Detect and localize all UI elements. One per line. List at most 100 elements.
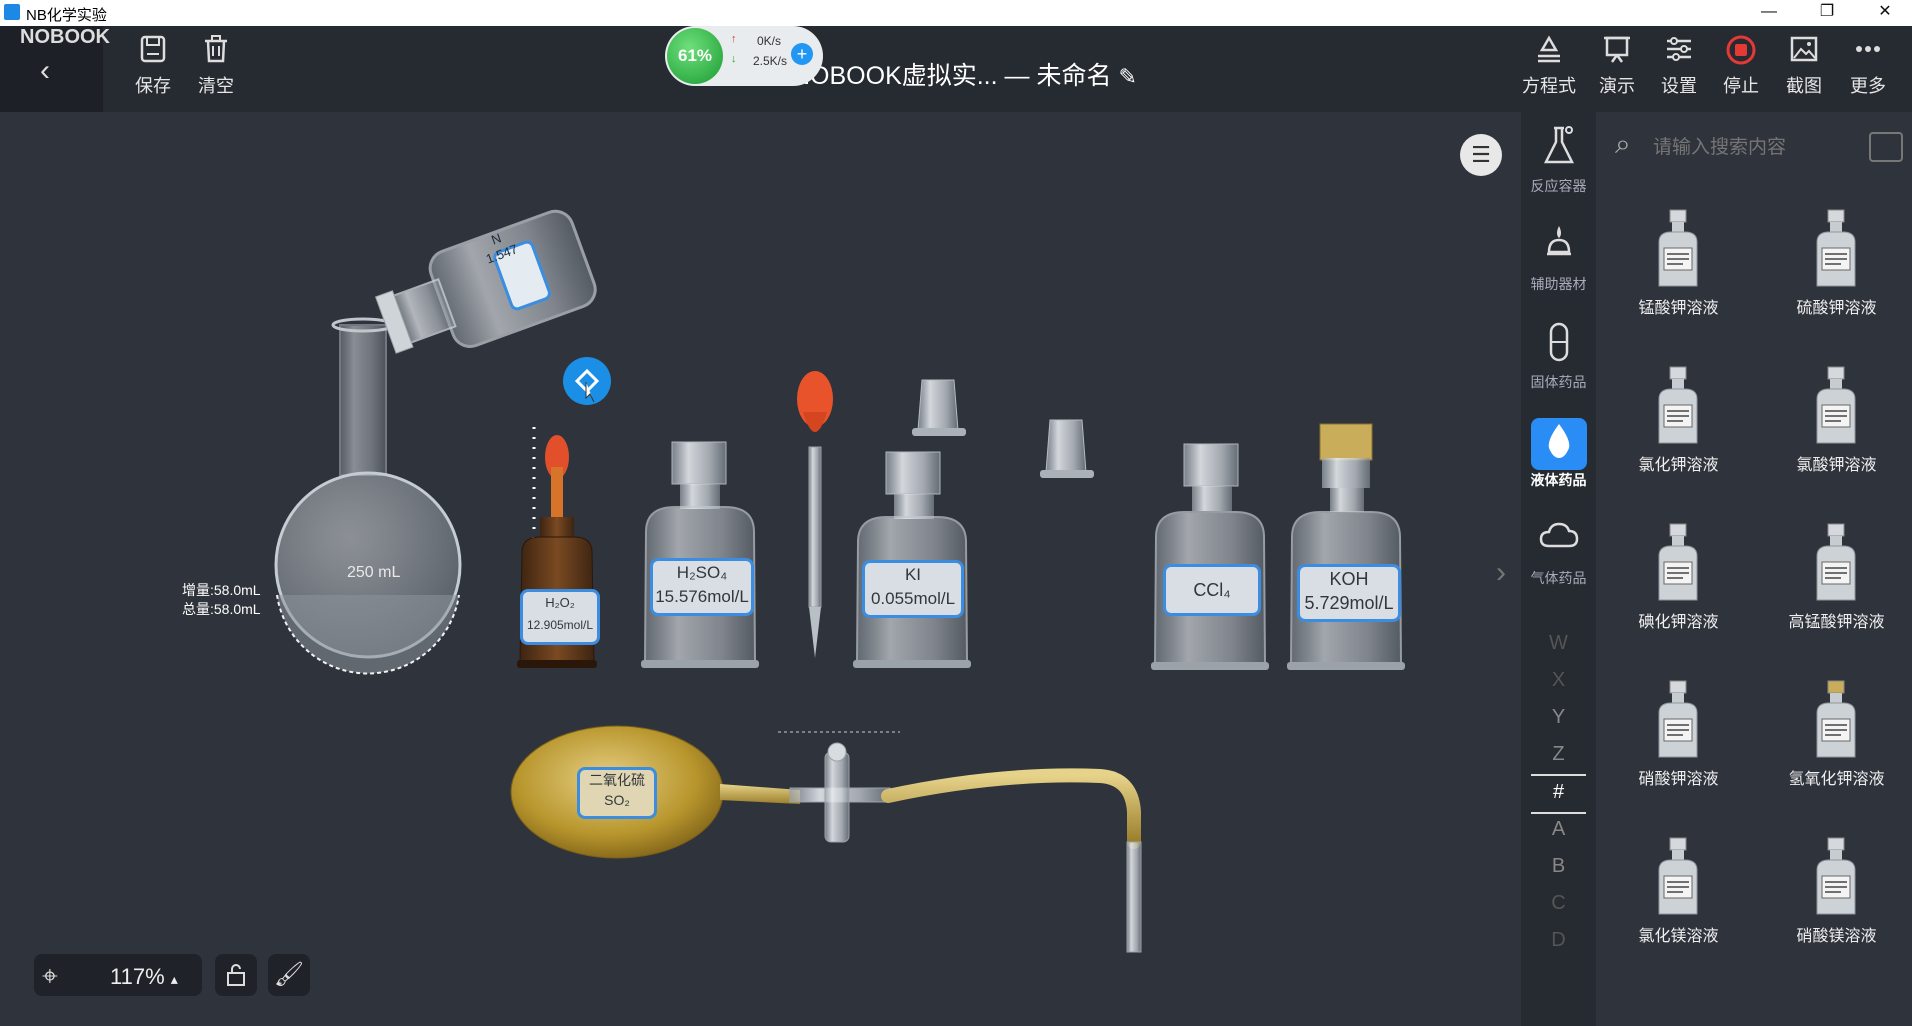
index-letter[interactable]: #	[1521, 781, 1596, 804]
trash-icon	[186, 34, 246, 72]
index-letter[interactable]: A	[1521, 818, 1596, 841]
h2o2-label-card: H₂O₂ 12.905mol/L	[520, 589, 600, 645]
category-solid-reagents[interactable]: 固体药品	[1521, 320, 1596, 392]
app-icon	[4, 4, 20, 20]
stop-label: 停止	[1723, 76, 1759, 96]
flask-volume-label: 250 mL	[347, 564, 401, 581]
gauge-plus-icon[interactable]: +	[791, 43, 813, 65]
reagent-item[interactable]: 硝酸钾溶液	[1606, 669, 1751, 819]
index-divider	[1531, 812, 1586, 814]
window-titlebar: NB化学实验 — ❐ ✕	[0, 0, 1912, 26]
download-speed: 2.5K/s	[753, 54, 788, 68]
edit-pencil-icon[interactable]: ✎	[1118, 64, 1136, 89]
reagent-name: 氯酸钾溶液	[1796, 457, 1877, 474]
stopper-cap[interactable]	[912, 379, 966, 436]
screenshot-label: 截图	[1786, 76, 1822, 96]
close-button[interactable]: ✕	[1856, 0, 1912, 26]
reagent-name: 锰酸钾溶液	[1638, 300, 1719, 317]
minimize-button[interactable]: —	[1740, 0, 1798, 26]
search-icon: ⌕	[1615, 128, 1631, 159]
category-auxiliary-equipment[interactable]: 辅助器材	[1521, 222, 1596, 294]
list-icon: ☰	[1471, 142, 1491, 167]
search-bar[interactable]: ⌕	[1611, 124, 1903, 170]
back-button[interactable]: ‹	[40, 54, 50, 88]
reagent-item[interactable]: 氢氧化钾溶液	[1764, 669, 1909, 819]
tilted-reagent-bottle[interactable]	[369, 206, 601, 372]
screenshot-icon	[1774, 34, 1834, 72]
list-view-button[interactable]: ☰	[1460, 134, 1502, 176]
more-button[interactable]: 更多	[1838, 34, 1898, 98]
maximize-button[interactable]: ❐	[1798, 0, 1856, 26]
index-letter[interactable]: C	[1521, 892, 1596, 915]
settings-button[interactable]: 设置	[1649, 34, 1709, 98]
reagent-bottle-icon	[1658, 366, 1698, 444]
ccl4-label-card: CCl₄	[1163, 564, 1261, 616]
reagent-bottle-icon	[1658, 837, 1698, 915]
equation-icon	[1519, 34, 1579, 72]
left-nav: NOBOOK ‹	[0, 26, 110, 112]
document-title[interactable]: NOBOOK虚拟实... — 未命名 ✎	[792, 56, 1137, 92]
index-letter[interactable]: B	[1521, 855, 1596, 878]
reagent-item[interactable]: 硝酸镁溶液	[1764, 826, 1909, 976]
reagent-item[interactable]: 高锰酸钾溶液	[1764, 512, 1909, 662]
reagent-item[interactable]: 碘化钾溶液	[1606, 512, 1751, 662]
screenshot-button[interactable]: 截图	[1774, 34, 1834, 98]
save-label: 保存	[135, 76, 171, 96]
h2so4-reagent-bottle[interactable]	[641, 441, 759, 668]
index-letter[interactable]: X	[1521, 669, 1596, 692]
rotate-handle[interactable]	[563, 357, 611, 405]
stopper-cap[interactable]	[1040, 419, 1094, 478]
present-button[interactable]: 演示	[1587, 34, 1647, 98]
reagent-item[interactable]: 氯化镁溶液	[1606, 826, 1751, 976]
reagent-name: 高锰酸钾溶液	[1788, 614, 1885, 631]
clear-button[interactable]: 清空	[186, 34, 246, 98]
panel-expand-arrow-icon[interactable]: ›	[1496, 556, 1506, 590]
category-liquid-reagents[interactable]: 液体药品	[1521, 418, 1596, 490]
category-gas-reagents[interactable]: 气体药品	[1521, 516, 1596, 588]
save-button[interactable]: 保存	[123, 34, 183, 98]
reagent-bottle-icon	[1658, 680, 1698, 758]
glass-stopcock[interactable]	[789, 742, 891, 843]
capsule-icon	[1521, 320, 1596, 372]
reagent-name: 氢氧化钾溶液	[1788, 771, 1885, 788]
apparatus-drawing	[274, 206, 1405, 953]
present-label: 演示	[1599, 76, 1635, 96]
reagent-name: 硝酸镁溶液	[1796, 928, 1877, 945]
stop-icon	[1711, 34, 1771, 72]
more-icon	[1838, 34, 1898, 72]
unlock-button[interactable]	[215, 954, 257, 996]
reagent-item[interactable]: 氯酸钾溶液	[1764, 355, 1909, 505]
index-letter[interactable]: Y	[1521, 706, 1596, 729]
index-letter[interactable]: Z	[1521, 743, 1596, 766]
brush-button[interactable]: 🖌	[268, 954, 310, 996]
reagent-item[interactable]: 硫酸钾溶液	[1764, 198, 1909, 348]
experiment-canvas[interactable]: 250 mL 增量:58.0mL 总量:58.0mL N 1.547 H₂O₂ 12…	[0, 112, 1521, 1026]
ccl4-reagent-bottle[interactable]	[1151, 443, 1269, 670]
h2so4-label-card: H₂SO₄ 15.576mol/L	[650, 558, 754, 616]
reagent-item[interactable]: 氯化钾溶液	[1606, 355, 1751, 505]
keyboard-icon[interactable]	[1869, 132, 1903, 162]
reagent-item[interactable]: 锰酸钾溶液	[1606, 198, 1751, 348]
flask-icon	[1521, 124, 1596, 176]
equation-button[interactable]: 方程式	[1519, 34, 1579, 98]
stop-button[interactable]: 停止	[1711, 34, 1771, 98]
category-reaction-vessel[interactable]: 反应容器	[1521, 124, 1596, 196]
network-gauge[interactable]: 61% ↑ 0K/s ↓ 2.5K/s +	[665, 26, 823, 86]
index-letter[interactable]: D	[1521, 929, 1596, 952]
glass-dropper[interactable]	[797, 371, 833, 658]
zoom-level[interactable]: 117% ▴	[110, 964, 178, 990]
search-input[interactable]	[1651, 130, 1855, 166]
drop-icon	[1531, 418, 1587, 470]
reagent-bottle-icon	[1658, 209, 1698, 287]
index-letter[interactable]: W	[1521, 632, 1596, 655]
reagent-bottle-icon	[1658, 523, 1698, 601]
rubber-tube[interactable]	[881, 768, 1142, 953]
increment-readout: 增量:58.0mL	[182, 582, 261, 598]
settings-label: 设置	[1661, 76, 1697, 96]
round-flask[interactable]	[274, 317, 462, 675]
locate-crosshair-icon[interactable]: ⌖	[42, 960, 58, 993]
nobook-logo: NOBOOK	[20, 26, 110, 48]
koh-reagent-bottle[interactable]	[1287, 423, 1405, 670]
window-title: NB化学实验	[26, 7, 107, 24]
ki-label-card: KI 0.055mol/L	[862, 560, 964, 618]
